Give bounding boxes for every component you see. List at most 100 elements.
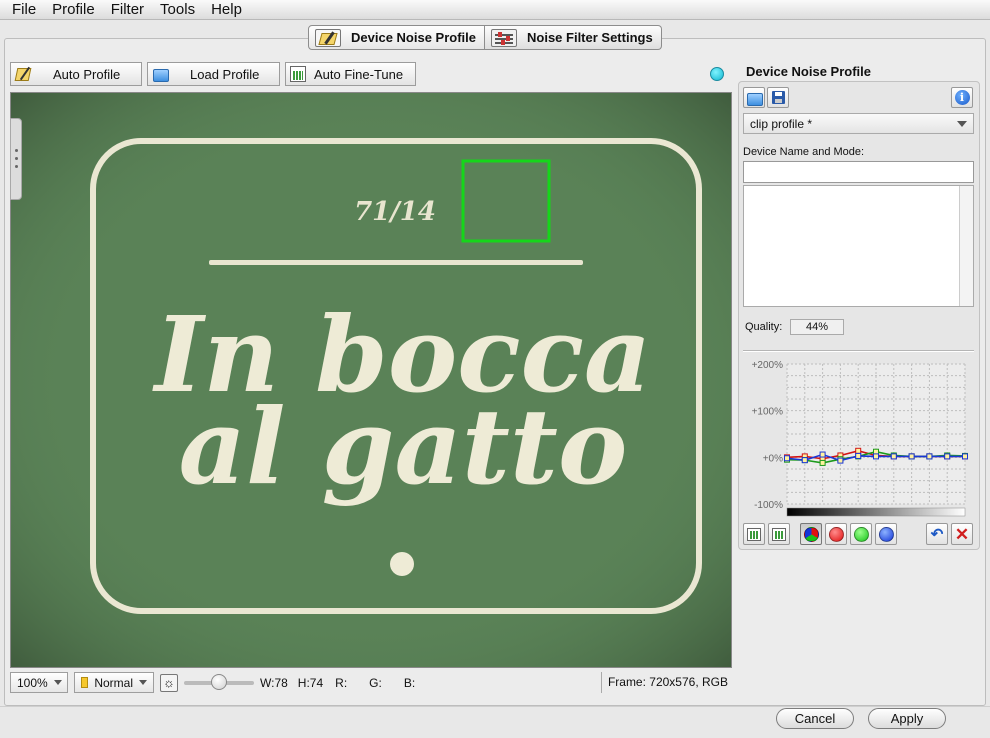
dialog-separator <box>0 706 990 707</box>
noise-control-point <box>890 453 897 460</box>
folder-icon <box>746 90 763 106</box>
noise-control-point <box>855 452 862 459</box>
sample-width: W:78 <box>260 675 288 690</box>
channel-red-button[interactable] <box>825 523 847 545</box>
brightness-icon[interactable]: ☼ <box>160 673 178 692</box>
frame-info: Frame: 720x576, RGB <box>600 672 732 693</box>
menu-file[interactable]: File <box>4 0 44 20</box>
sample-height: H:74 <box>297 675 324 690</box>
channel-toolbar: ↶ ✕ <box>743 522 974 548</box>
device-notes-area[interactable] <box>743 185 974 307</box>
menu-tools[interactable]: Tools <box>152 0 203 20</box>
y-tick-label: +200% <box>752 360 784 371</box>
open-profile-button[interactable] <box>743 87 765 108</box>
close-icon: ✕ <box>954 524 970 544</box>
noise-control-point <box>873 453 879 460</box>
red-channel-icon <box>828 526 844 542</box>
noise-control-point <box>819 459 826 466</box>
noise-control-point <box>837 457 844 464</box>
auto-fine-tune-label: Auto Fine-Tune <box>314 66 404 82</box>
brightness-slider[interactable] <box>184 673 254 690</box>
side-panel-handle[interactable] <box>10 118 22 200</box>
profile-select[interactable]: clip profile * <box>743 113 974 134</box>
noise-curve-graph[interactable]: +200% +100% +0% -100% <box>743 354 974 518</box>
tab-noise-filter-settings-label: Noise Filter Settings <box>527 30 653 45</box>
save-icon <box>771 91 785 104</box>
zoom-value: 100% <box>17 675 48 690</box>
info-icon: i <box>954 90 970 105</box>
tab-bar: Device Noise Profile Noise Filter Settin… <box>308 25 662 50</box>
quality-value: 44% <box>790 319 844 335</box>
green-channel-icon <box>853 526 869 542</box>
viewer-status-bar: 100% Normal ☼ W:78 H:74 R: G: B: Frame: … <box>10 671 732 694</box>
cancel-button[interactable]: Cancel <box>776 708 854 729</box>
menu-help[interactable]: Help <box>203 0 250 20</box>
menu-filter[interactable]: Filter <box>103 0 152 20</box>
tab-device-noise-profile-label: Device Noise Profile <box>351 30 476 45</box>
y-tick-label: -100% <box>754 500 783 511</box>
video-frame: 71/14 In bocca al gatto <box>11 93 731 667</box>
device-profile-icon <box>315 28 341 47</box>
device-name-label: Device Name and Mode: <box>743 146 865 158</box>
y-tick-label: +100% <box>752 407 784 418</box>
noise-control-point <box>801 457 808 464</box>
slider-thumb[interactable] <box>211 673 227 690</box>
chevron-down-icon <box>53 680 62 685</box>
zoom-select[interactable]: 100% <box>10 672 68 693</box>
green-readout: G: <box>369 675 382 690</box>
tab-noise-filter-settings[interactable]: Noise Filter Settings <box>485 25 662 50</box>
auto-fine-tune-button[interactable]: Auto Fine-Tune <box>285 62 416 86</box>
load-profile-button[interactable]: Load Profile <box>147 62 280 86</box>
noise-control-point <box>855 447 862 454</box>
profile-toolbar: Auto Profile Load Profile Auto Fine-Tune <box>10 62 416 86</box>
sliders-icon <box>491 28 517 47</box>
wand-icon <box>15 66 31 82</box>
auto-profile-label: Auto Profile <box>53 66 121 82</box>
apply-button[interactable]: Apply <box>868 708 946 729</box>
panel-title: Device Noise Profile <box>746 64 871 79</box>
menu-profile[interactable]: Profile <box>44 0 103 20</box>
noise-curve-chart: +200% +100% +0% -100% <box>752 360 968 517</box>
folder-swatch-icon <box>81 677 89 688</box>
card-line-2: al gatto <box>179 385 628 508</box>
undo-button[interactable]: ↶ <box>926 523 948 545</box>
luma-ramp <box>786 507 966 517</box>
view-mode-select[interactable]: Normal <box>74 672 154 693</box>
device-name-field[interactable] <box>743 161 974 183</box>
noise-control-point <box>926 453 933 460</box>
channel-green-button[interactable] <box>850 523 872 545</box>
red-readout: R: <box>335 675 348 690</box>
noise-control-point <box>819 451 826 458</box>
histogram-icon <box>290 66 306 82</box>
auto-profile-button[interactable]: Auto Profile <box>10 62 142 86</box>
blue-readout: B: <box>403 675 416 690</box>
noise-control-point <box>784 455 790 462</box>
menu-bar: File Profile Filter Tools Help <box>0 0 990 20</box>
card-rule <box>209 260 583 265</box>
blue-channel-icon <box>878 526 894 542</box>
save-profile-button[interactable] <box>767 87 789 108</box>
channel-all-button[interactable] <box>800 523 822 545</box>
histogram-icon <box>772 527 786 541</box>
histogram-compare-button[interactable] <box>768 523 790 545</box>
chevron-down-icon <box>957 120 967 127</box>
image-viewer[interactable]: 71/14 In bocca al gatto <box>10 92 732 668</box>
noise-control-point <box>944 453 951 460</box>
reset-button[interactable]: ✕ <box>951 523 973 545</box>
folder-icon <box>152 66 169 82</box>
info-button[interactable]: i <box>951 87 973 108</box>
tab-device-noise-profile[interactable]: Device Noise Profile <box>308 25 485 50</box>
card-dot <box>390 552 414 576</box>
y-tick-label: +0% <box>763 453 783 464</box>
all-channels-icon <box>803 526 819 542</box>
channel-blue-button[interactable] <box>875 523 897 545</box>
quality-label: Quality: <box>745 321 783 333</box>
noise-control-point <box>962 453 968 460</box>
histogram-button[interactable] <box>743 523 765 545</box>
histogram-icon <box>747 527 761 541</box>
undo-icon: ↶ <box>930 526 944 543</box>
chevron-down-icon <box>139 680 147 685</box>
noise-control-point <box>908 453 915 460</box>
card-fraction: 71/14 <box>354 197 436 227</box>
notes-scrollbar[interactable] <box>959 186 973 306</box>
